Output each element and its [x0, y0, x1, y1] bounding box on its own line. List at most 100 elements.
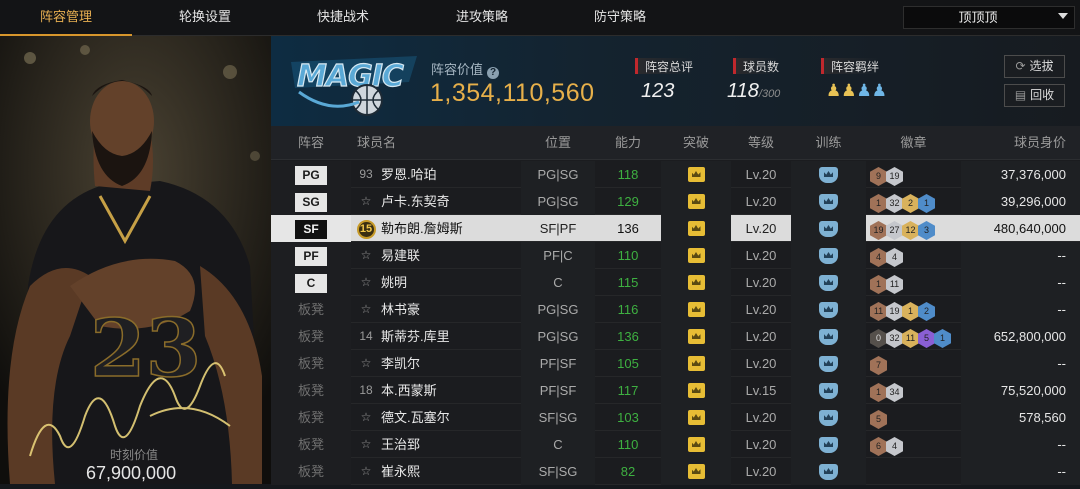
badges-cell[interactable]: 1 34	[866, 377, 961, 404]
badges-cell[interactable]: 9 19	[866, 161, 961, 188]
breakthrough-cell[interactable]	[661, 215, 731, 242]
tab-rotation-settings[interactable]: 轮换设置	[140, 0, 270, 36]
slot-cell[interactable]: 板凳	[271, 296, 351, 323]
breakthrough-cell[interactable]	[661, 269, 731, 296]
tab-defense-strategy[interactable]: 防守策略	[555, 0, 685, 36]
table-row[interactable]: 板凳 ☆ 崔永熙 SF|SG 82 Lv.20 --	[271, 458, 1080, 485]
player-name[interactable]: 卢卡.东契奇	[381, 188, 521, 215]
header-slot[interactable]: 阵容	[271, 126, 351, 160]
table-row[interactable]: 板凳 ☆ 李凯尔 PF|SF 105 Lv.20 7 --	[271, 350, 1080, 377]
player-name[interactable]: 李凯尔	[381, 350, 521, 377]
header-position[interactable]: 位置	[521, 126, 595, 160]
breakthrough-cell[interactable]	[661, 404, 731, 431]
slot-cell[interactable]: 板凳	[271, 350, 351, 377]
badge-bronze: 4	[870, 248, 887, 267]
slot-badge: PG	[295, 166, 327, 185]
training-cell[interactable]	[791, 296, 866, 323]
table-row[interactable]: 板凳 ☆ 林书豪 PG|SG 116 Lv.20 11 19 1 2 --	[271, 296, 1080, 323]
player-name[interactable]: 斯蒂芬.库里	[381, 323, 521, 350]
breakthrough-cell[interactable]	[661, 458, 731, 485]
training-cell[interactable]	[791, 404, 866, 431]
badge-bronze: 1	[870, 194, 887, 213]
badges-cell[interactable]: 64	[866, 431, 961, 458]
breakthrough-cell[interactable]	[661, 161, 731, 188]
breakthrough-cell[interactable]	[661, 323, 731, 350]
header-breakthrough[interactable]: 突破	[661, 126, 731, 160]
recycle-button[interactable]: ▤ 回收	[1004, 84, 1065, 107]
badges-cell[interactable]: 0 32 11 5 1	[866, 323, 961, 350]
breakthrough-cell[interactable]	[661, 296, 731, 323]
badges-cell[interactable]: 5	[866, 404, 961, 431]
team-select[interactable]: 顶顶顶	[903, 6, 1075, 29]
header-player-value[interactable]: 球员身价	[961, 126, 1080, 160]
table-row[interactable]: 板凳 ☆ 德文.瓦塞尔 SF|SG 103 Lv.20 5 578,560	[271, 404, 1080, 431]
slot-cell[interactable]: 板凳	[271, 377, 351, 404]
table-row[interactable]: 板凳 14 斯蒂芬.库里 PG|SG 136 Lv.20 0 32 11 5 1 652,800,00…	[271, 323, 1080, 350]
player-name[interactable]: 本.西蒙斯	[381, 377, 521, 404]
player-name[interactable]: 王治郅	[381, 431, 521, 458]
table-row[interactable]: PG 93 罗恩.哈珀 PG|SG 118 Lv.20 9 19 37,376,000	[271, 161, 1080, 188]
help-icon[interactable]: ?	[487, 67, 500, 79]
select-button[interactable]: ⟳ 选拔	[1004, 55, 1065, 78]
table-row[interactable]: C ☆ 姚明 C 115 Lv.20 1 11 --	[271, 269, 1080, 296]
player-name[interactable]: 崔永熙	[381, 458, 521, 485]
table-row[interactable]: PF ☆ 易建联 PF|C 110 Lv.20 4 4 --	[271, 242, 1080, 269]
header-training[interactable]: 训练	[791, 126, 866, 160]
header-ability[interactable]: 能力	[595, 126, 661, 160]
training-cell[interactable]	[791, 161, 866, 188]
table-row[interactable]: 板凳 18 本.西蒙斯 PF|SF 117 Lv.15 1 34 75,520,000	[271, 377, 1080, 404]
training-cell[interactable]	[791, 350, 866, 377]
badges-cell[interactable]: 19 27 12 3	[866, 215, 961, 242]
player-name[interactable]: 姚明	[381, 269, 521, 296]
player-name[interactable]: 易建联	[381, 242, 521, 269]
player-level: Lv.20	[745, 329, 777, 344]
player-ability: 117	[617, 383, 639, 398]
badges-cell[interactable]: 7	[866, 350, 961, 377]
slot-cell[interactable]: PF	[271, 242, 351, 269]
slot-cell[interactable]: 板凳	[271, 458, 351, 485]
breakthrough-cell[interactable]	[661, 242, 731, 269]
training-cell[interactable]	[791, 323, 866, 350]
badges-cell[interactable]	[866, 458, 961, 485]
breakthrough-cell[interactable]	[661, 350, 731, 377]
lineup-bond-icons[interactable]: ♟♟♟♟	[826, 81, 887, 101]
player-name[interactable]: 勒布朗.詹姆斯	[381, 215, 521, 242]
training-cell[interactable]	[791, 215, 866, 242]
slot-cell[interactable]: 板凳	[271, 431, 351, 458]
player-level: Lv.20	[745, 221, 777, 236]
breakthrough-cell[interactable]	[661, 377, 731, 404]
training-cell[interactable]	[791, 377, 866, 404]
slot-cell[interactable]: 板凳	[271, 323, 351, 350]
breakthrough-cell[interactable]	[661, 188, 731, 215]
training-crown-icon	[819, 410, 838, 426]
training-cell[interactable]	[791, 242, 866, 269]
training-cell[interactable]	[791, 431, 866, 458]
breakthrough-cell[interactable]	[661, 431, 731, 458]
badges-cell[interactable]: 1 32 2 1	[866, 188, 961, 215]
featured-player-card[interactable]: 23 时刻价值 67,900,000	[0, 36, 271, 484]
slot-cell[interactable]: 板凳	[271, 404, 351, 431]
tab-quick-tactics[interactable]: 快捷战术	[278, 0, 408, 36]
table-row[interactable]: SG ☆ 卢卡.东契奇 PG|SG 129 Lv.20 1 32 2 1 39,296,000	[271, 188, 1080, 215]
training-cell[interactable]	[791, 188, 866, 215]
slot-cell[interactable]: SF	[271, 215, 351, 242]
table-row[interactable]: SF 15 勒布朗.詹姆斯 SF|PF 136 Lv.20 19 27 12 3 480,640,0…	[271, 215, 1080, 242]
player-name[interactable]: 罗恩.哈珀	[381, 161, 521, 188]
jersey-medal: 15	[356, 220, 376, 239]
player-name[interactable]: 德文.瓦塞尔	[381, 404, 521, 431]
training-cell[interactable]	[791, 458, 866, 485]
training-cell[interactable]	[791, 269, 866, 296]
player-name[interactable]: 林书豪	[381, 296, 521, 323]
badges-cell[interactable]: 11 19 1 2	[866, 296, 961, 323]
header-name[interactable]: 球员名	[351, 126, 451, 160]
badges-cell[interactable]: 1 11	[866, 269, 961, 296]
table-row[interactable]: 板凳 ☆ 王治郅 C 110 Lv.20 6 4 --	[271, 431, 1080, 458]
badges-cell[interactable]: 44	[866, 242, 961, 269]
header-badges[interactable]: 徽章	[866, 126, 961, 160]
header-level[interactable]: 等级	[731, 126, 791, 160]
slot-cell[interactable]: SG	[271, 188, 351, 215]
tab-offense-strategy[interactable]: 进攻策略	[417, 0, 547, 36]
slot-cell[interactable]: C	[271, 269, 351, 296]
tab-lineup-management[interactable]: 阵容管理	[0, 0, 132, 36]
slot-cell[interactable]: PG	[271, 161, 351, 188]
